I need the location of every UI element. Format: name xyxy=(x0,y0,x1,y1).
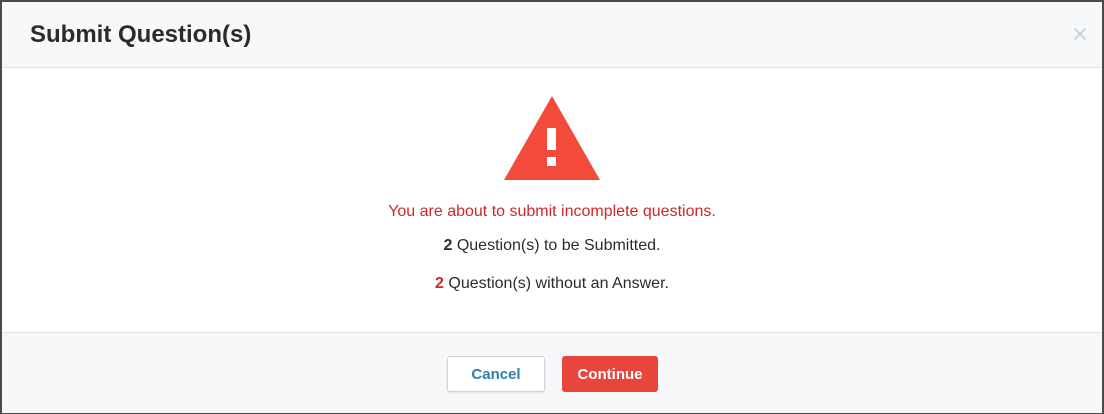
modal-body: You are about to submit incomplete quest… xyxy=(2,68,1102,332)
unanswered-text: Question(s) without an Answer. xyxy=(443,275,669,292)
continue-button[interactable]: Continue xyxy=(562,356,658,392)
modal-footer: Cancel Continue xyxy=(2,332,1102,413)
incomplete-warning-message: You are about to submit incomplete quest… xyxy=(388,203,716,220)
modal-title: Submit Question(s) xyxy=(30,21,252,48)
submit-questions-modal: Submit Question(s) You are about to subm… xyxy=(0,0,1104,414)
close-icon xyxy=(1074,28,1086,40)
cancel-button[interactable]: Cancel xyxy=(447,356,545,392)
submitted-summary: 2 Question(s) to be Submitted. xyxy=(2,236,1102,256)
close-button[interactable] xyxy=(1070,24,1090,44)
submitted-text: Question(s) to be Submitted. xyxy=(452,237,661,254)
warning-triangle-icon xyxy=(504,96,600,180)
unanswered-count: 2 xyxy=(435,275,444,292)
unanswered-summary: 2 Question(s) without an Answer. xyxy=(2,274,1102,294)
modal-header: Submit Question(s) xyxy=(2,2,1102,68)
